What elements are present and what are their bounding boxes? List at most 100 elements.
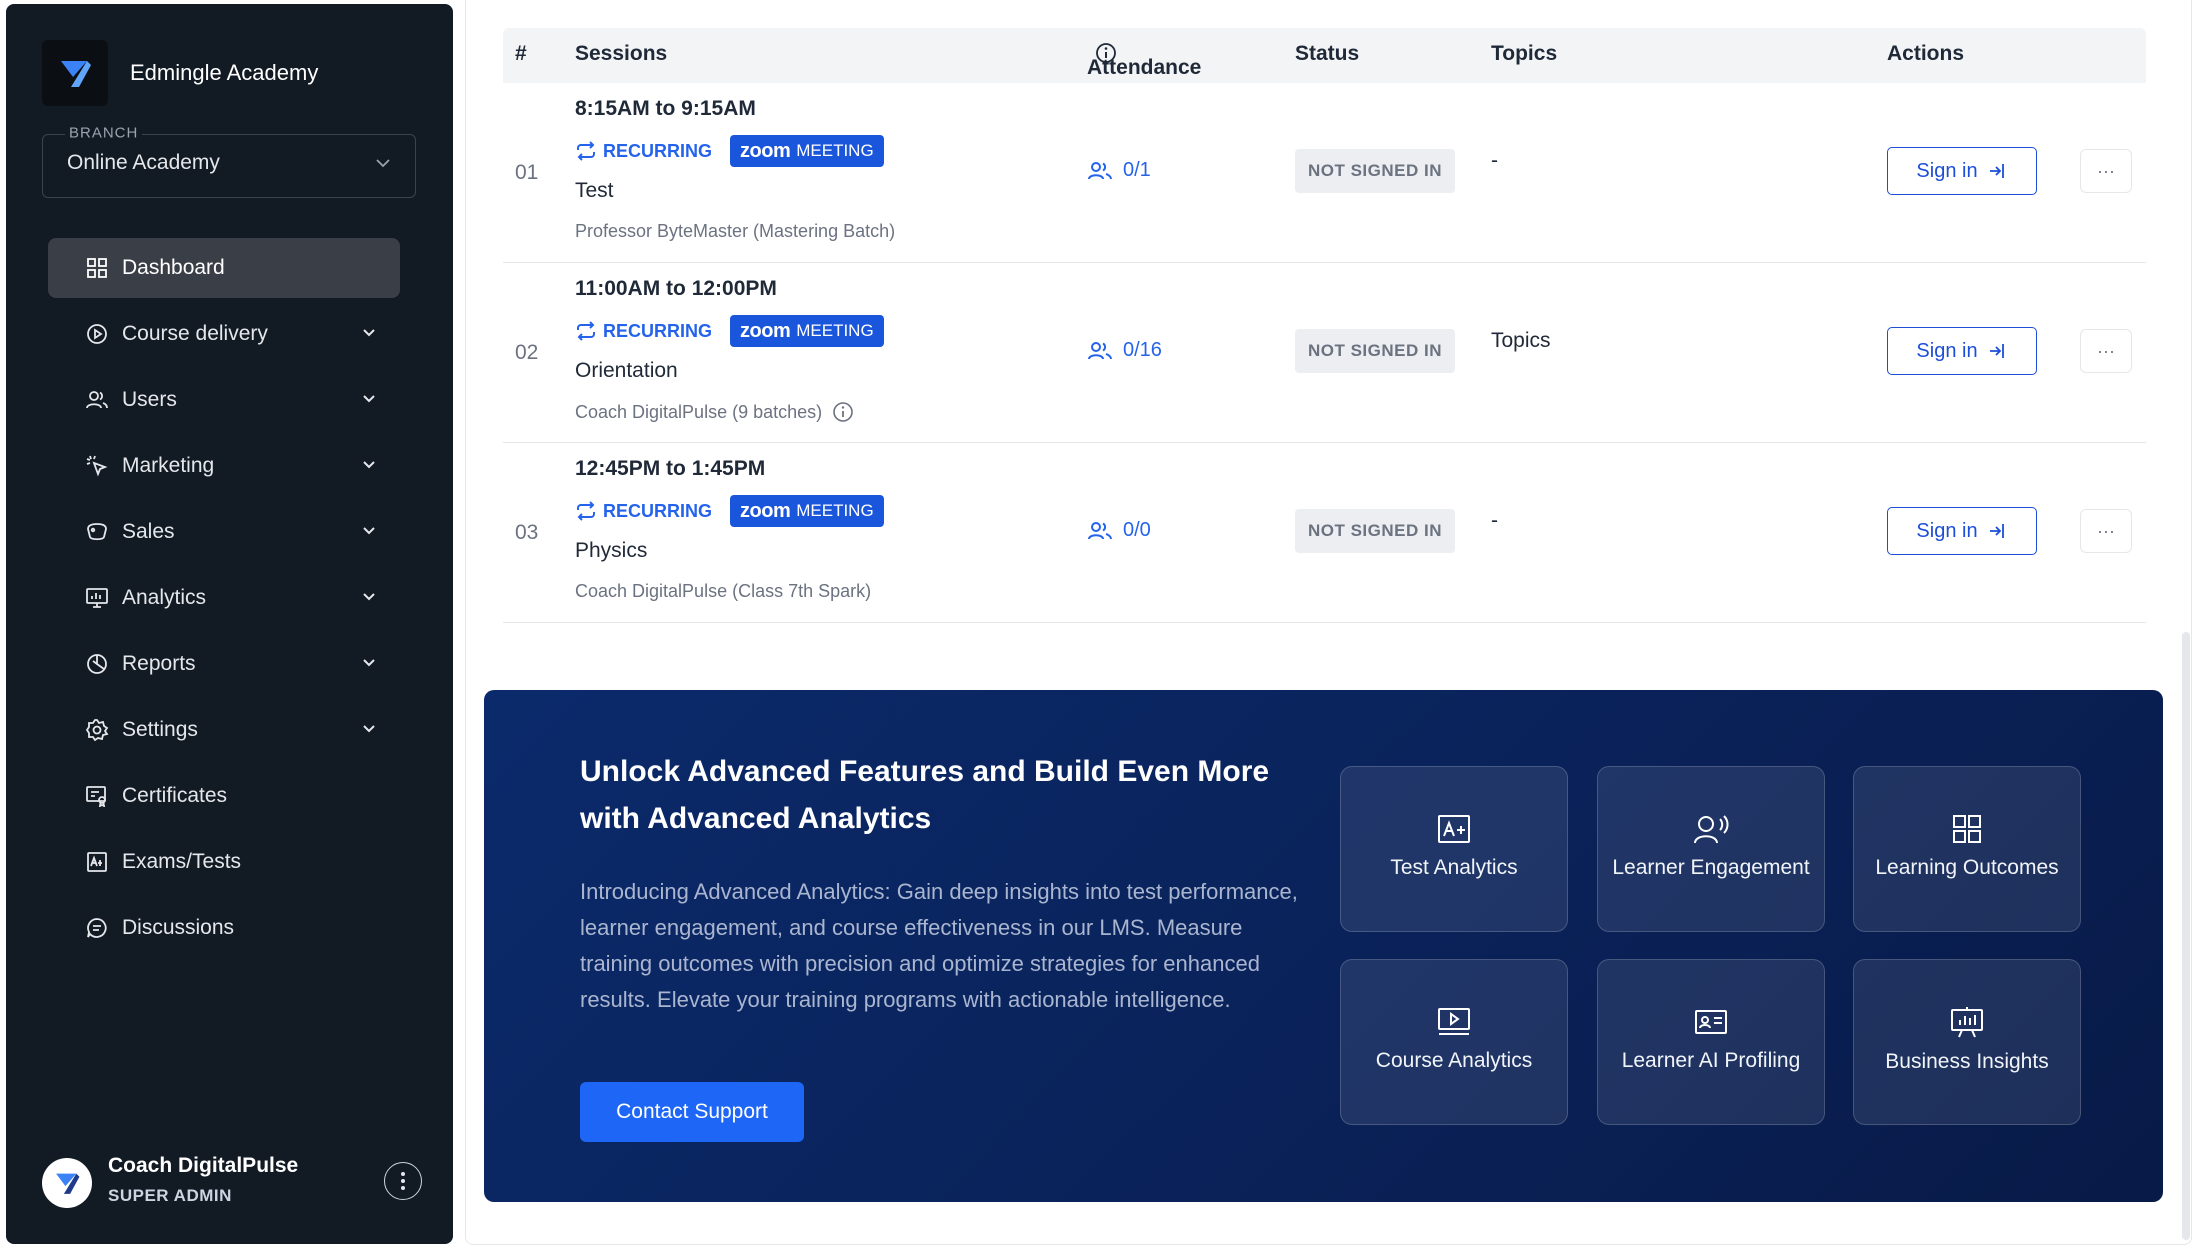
sidebar-item-sales[interactable]: Sales [48,502,400,562]
recurring-badge: RECURRING [575,501,712,522]
sign-in-icon [1989,164,2004,178]
session-tags: RECURRING zoom MEETING [575,495,884,527]
sessions-table: # Sessions Attendance Status Topics Acti… [503,28,2146,623]
users-icon [1088,341,1112,359]
sign-in-button[interactable]: Sign in [1887,507,2037,555]
sidebar-item-discussions[interactable]: Discussions [48,898,400,958]
attendance-link[interactable]: 0/16 [1087,339,1162,362]
recurring-badge: RECURRING [575,321,712,342]
col-attendance: Attendance [1087,42,1201,79]
session-topics[interactable]: Topics [1491,329,1551,353]
chevron-down-icon [373,153,393,178]
zoom-logo: zoom [740,499,791,522]
sidebar-item-course-delivery[interactable]: Course delivery [48,304,400,364]
col-topics: Topics [1491,42,1558,65]
table-row: 02 11:00AM to 12:00PM RECURRING zoom MEET… [503,263,2146,443]
sidebar-item-exams-tests[interactable]: Exams/Tests [48,832,400,892]
tile-learning-outcomes[interactable]: Learning Outcomes [1853,766,2081,932]
user-profile[interactable]: Coach DigitalPulse SUPER ADMIN [42,1154,422,1220]
sidebar-item-dashboard[interactable]: Dashboard [48,238,400,298]
info-icon[interactable] [832,401,854,423]
analytics-icon [84,585,110,611]
more-actions-button[interactable]: ··· [2080,329,2132,373]
sidebar-item-label: Sales [122,520,175,543]
sign-in-button[interactable]: Sign in [1887,147,2037,195]
users-icon [1088,161,1112,179]
zoom-logo: zoom [740,139,791,162]
chevron-down-icon [360,720,378,744]
grade-icon [1438,815,1470,843]
play-circle-icon [84,321,110,347]
table-row: 03 12:45PM to 1:45PM RECURRING zoom MEETI… [503,443,2146,623]
brand-name: Edmingle Academy [130,60,319,85]
sign-in-button[interactable]: Sign in [1887,327,2037,375]
sidebar-item-certificates[interactable]: Certificates [48,766,400,826]
zoom-label: MEETING [796,321,874,340]
tile-label: Business Insights [1885,1050,2049,1073]
col-attendance-label: Attendance [1087,56,1202,79]
user-role: SUPER ADMIN [108,1186,232,1205]
attendance-link[interactable]: 0/1 [1087,159,1151,182]
chevron-down-icon [360,654,378,678]
recurring-label: RECURRING [603,320,713,341]
table-row: 01 8:15AM to 9:15AM RECURRING zoom MEETIN… [503,83,2146,263]
tile-learner-engagement[interactable]: Learner Engagement [1597,766,1825,932]
brand[interactable]: Edmingle Academy [42,40,318,106]
video-icon [1438,1008,1470,1035]
sidebar-item-label: Users [122,388,177,411]
session-name: Test [575,179,614,202]
chat-icon [84,915,110,941]
tile-label: Course Analytics [1375,1049,1533,1072]
scrollbar-thumb[interactable] [2182,632,2190,1240]
app-root: Edmingle Academy BRANCH Online Academy D… [0,0,2192,1250]
dashboard-icon [84,255,110,281]
repeat-icon [577,321,595,341]
zoom-meeting-badge: zoom MEETING [730,495,884,527]
col-status: Status [1295,42,1360,65]
attendance-link[interactable]: 0/0 [1087,519,1151,542]
tile-course-analytics[interactable]: Course Analytics [1340,959,1568,1125]
user-name: Coach DigitalPulse [108,1154,299,1177]
session-teacher: Coach DigitalPulse (Class 7th Spark) [575,581,871,602]
sidebar-item-settings[interactable]: Settings [48,700,400,760]
more-vertical-icon[interactable] [384,1162,422,1200]
more-actions-button[interactable]: ··· [2080,509,2132,553]
users-icon [1088,521,1112,539]
sidebar-item-reports[interactable]: Reports [48,634,400,694]
promo-description: Introducing Advanced Analytics: Gain dee… [580,879,1298,1012]
chevron-down-icon [360,456,378,480]
col-actions: Actions [1887,42,1965,65]
session-name: Physics [575,539,648,562]
sidebar: Edmingle Academy BRANCH Online Academy D… [6,4,453,1244]
sign-in-label: Sign in [1916,519,1978,542]
branch-select[interactable]: BRANCH Online Academy [42,124,416,198]
contact-support-button[interactable]: Contact Support [580,1082,804,1142]
row-number: 03 [515,521,539,544]
zoom-meeting-badge: zoom MEETING [730,135,884,167]
tile-learner-ai-profiling[interactable]: Learner AI Profiling [1597,959,1825,1125]
sidebar-item-label: Analytics [122,586,207,609]
tile-test-analytics[interactable]: Test Analytics [1340,766,1568,932]
status-badge: NOT SIGNED IN [1295,329,1455,373]
session-topics: - [1491,149,1498,172]
promo-title: Unlock Advanced Features and Build Even … [580,755,1270,835]
grid-icon [1953,815,1981,843]
session-tags: RECURRING zoom MEETING [575,135,884,167]
gear-icon [84,717,110,743]
sidebar-item-users[interactable]: Users [48,370,400,430]
session-tags: RECURRING zoom MEETING [575,315,884,347]
table-header: # Sessions Attendance Status Topics Acti… [503,28,2146,83]
sidebar-item-label: Discussions [122,916,235,939]
zoom-label: MEETING [796,501,874,520]
sidebar-item-marketing[interactable]: Marketing [48,436,400,496]
tile-business-insights[interactable]: Business Insights [1853,959,2081,1125]
advanced-analytics-promo: Unlock Advanced Features and Build Even … [484,690,2163,1202]
sidebar-item-label: Marketing [122,454,215,477]
sidebar-item-label: Dashboard [122,256,225,279]
more-actions-button[interactable]: ··· [2080,149,2132,193]
recurring-label: RECURRING [603,500,713,521]
session-teacher: Professor ByteMaster (Mastering Batch) [575,221,895,242]
session-name: Orientation [575,359,678,382]
sidebar-item-analytics[interactable]: Analytics [48,568,400,628]
cursor-click-icon [84,453,110,479]
